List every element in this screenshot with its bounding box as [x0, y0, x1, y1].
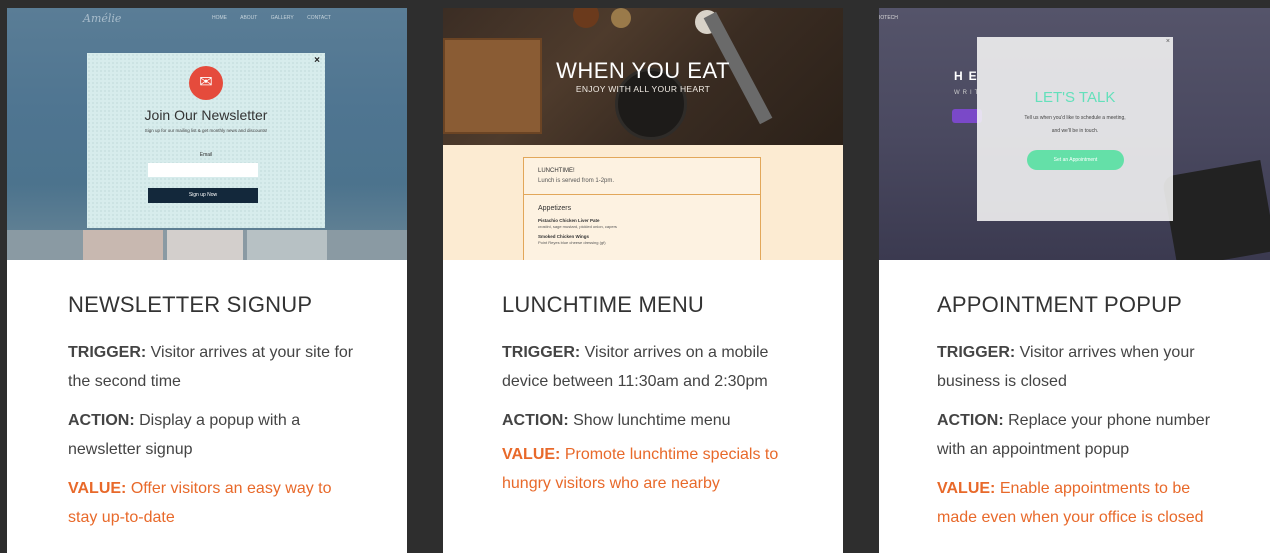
action-paragraph: ACTION: Replace your phone number with a… — [937, 406, 1227, 464]
thumbnail-nav-about: ABOUT — [240, 15, 258, 21]
menu-divider — [524, 194, 760, 195]
close-icon: × — [1165, 38, 1170, 45]
thumbnail-nav-gallery: GALLERY — [270, 15, 294, 21]
email-label: Email — [199, 152, 213, 158]
trigger-label: TRIGGER: — [937, 344, 1016, 361]
card-title: LUNCHTIME MENU — [502, 292, 705, 317]
thumbnail-photo — [83, 230, 163, 260]
value-label: VALUE: — [68, 480, 127, 497]
menu-heading: LUNCHTIME! — [538, 168, 575, 174]
thumbnail-nav: IOTECH — [879, 8, 1270, 28]
popup-title: Join Our Newsletter — [144, 107, 268, 123]
close-icon: × — [314, 55, 320, 66]
value-label: VALUE: — [502, 446, 561, 463]
trigger-label: TRIGGER: — [502, 344, 581, 361]
card-title: NEWSLETTER SIGNUP — [68, 292, 313, 317]
menu-item-desc: Point Reyes blue cheese dressing (gf) — [538, 240, 606, 245]
thumbnail-nav-contact: CONTACT — [307, 15, 331, 21]
value-paragraph: VALUE: Offer visitors an easy way to sta… — [68, 474, 358, 532]
action-label: ACTION: — [68, 412, 135, 429]
menu-item-name: Pistachio Chicken Liver Pate — [538, 218, 600, 223]
hero-subheadline: ENJOY WITH ALL YOUR HEART — [575, 84, 711, 94]
action-label: ACTION: — [937, 412, 1004, 429]
thumbnail-nav-home: HOME — [212, 15, 227, 21]
trigger-label: TRIGGER: — [68, 344, 147, 361]
signup-button: Sign up Now — [148, 188, 258, 203]
thumbnail-logo: Amélie — [83, 12, 122, 25]
spice-bowl — [573, 8, 599, 28]
value-paragraph: VALUE: Promote lunchtime specials to hun… — [502, 440, 792, 498]
thumbnail-photo — [247, 230, 327, 260]
popup-title: LET'S TALK — [1034, 89, 1116, 106]
card-newsletter-signup: Amélie HOME ABOUT GALLERY CONTACT × ✉ Jo… — [7, 8, 407, 553]
menu-section: Appetizers — [538, 205, 572, 212]
action-label: ACTION: — [502, 412, 569, 429]
card-appointment-popup: IOTECH HE WRIT × LET'S TALK Tell us when… — [879, 8, 1270, 553]
action-paragraph: ACTION: Display a popup with a newslette… — [68, 406, 358, 464]
newsletter-popup: × ✉ Join Our Newsletter Sign up for our … — [87, 53, 325, 228]
popup-line-1: Tell us when you'd like to schedule a me… — [1024, 115, 1126, 121]
value-label: VALUE: — [937, 480, 996, 497]
popup-subtitle: Sign up for our mailing list & get month… — [144, 128, 268, 133]
set-appointment-button: Set an Appointment — [1027, 150, 1124, 170]
menu-hours: Lunch is served from 1-2pm. — [538, 178, 615, 184]
menu-area: LUNCHTIME! Lunch is served from 1-2pm. A… — [443, 145, 843, 260]
appointment-thumbnail: IOTECH HE WRIT × LET'S TALK Tell us when… — [879, 8, 1270, 260]
newsletter-thumbnail: Amélie HOME ABOUT GALLERY CONTACT × ✉ Jo… — [7, 8, 407, 260]
card-title: APPOINTMENT POPUP — [937, 292, 1183, 317]
popup-line-2: and we'll be in touch. — [1051, 128, 1099, 134]
spice-bowl — [611, 8, 631, 28]
lunch-menu-card: LUNCHTIME! Lunch is served from 1-2pm. A… — [523, 157, 761, 260]
envelope-icon: ✉ — [189, 66, 223, 100]
action-paragraph: ACTION: Show lunchtime menu — [502, 406, 792, 435]
trigger-paragraph: TRIGGER: Visitor arrives on a mobile dev… — [502, 338, 792, 396]
thumbnail-photo — [167, 230, 243, 260]
hero-headline: WHEN YOU EAT — [556, 58, 730, 83]
thumbnail-nav: Amélie HOME ABOUT GALLERY CONTACT — [7, 8, 407, 30]
appointment-popup: × LET'S TALK Tell us when you'd like to … — [977, 37, 1173, 221]
value-paragraph: VALUE: Enable appointments to be made ev… — [937, 474, 1227, 532]
menu-item-name: Smoked Chicken Wings — [538, 234, 589, 239]
lunchtime-thumbnail: WHEN YOU EAT ENJOY WITH ALL YOUR HEART L… — [443, 8, 843, 260]
food-photo: WHEN YOU EAT ENJOY WITH ALL YOUR HEART — [443, 8, 843, 145]
trigger-paragraph: TRIGGER: Visitor arrives when your busin… — [937, 338, 1227, 396]
action-text: Show lunchtime menu — [573, 412, 731, 429]
menu-item-desc: crostini, sage mustard, pickled onion, c… — [538, 224, 617, 229]
card-lunchtime-menu: WHEN YOU EAT ENJOY WITH ALL YOUR HEART L… — [443, 8, 843, 553]
thumbnail-logo: IOTECH — [879, 15, 898, 21]
email-field — [148, 163, 258, 177]
trigger-paragraph: TRIGGER: Visitor arrives at your site fo… — [68, 338, 358, 396]
phone-device — [1161, 160, 1270, 260]
